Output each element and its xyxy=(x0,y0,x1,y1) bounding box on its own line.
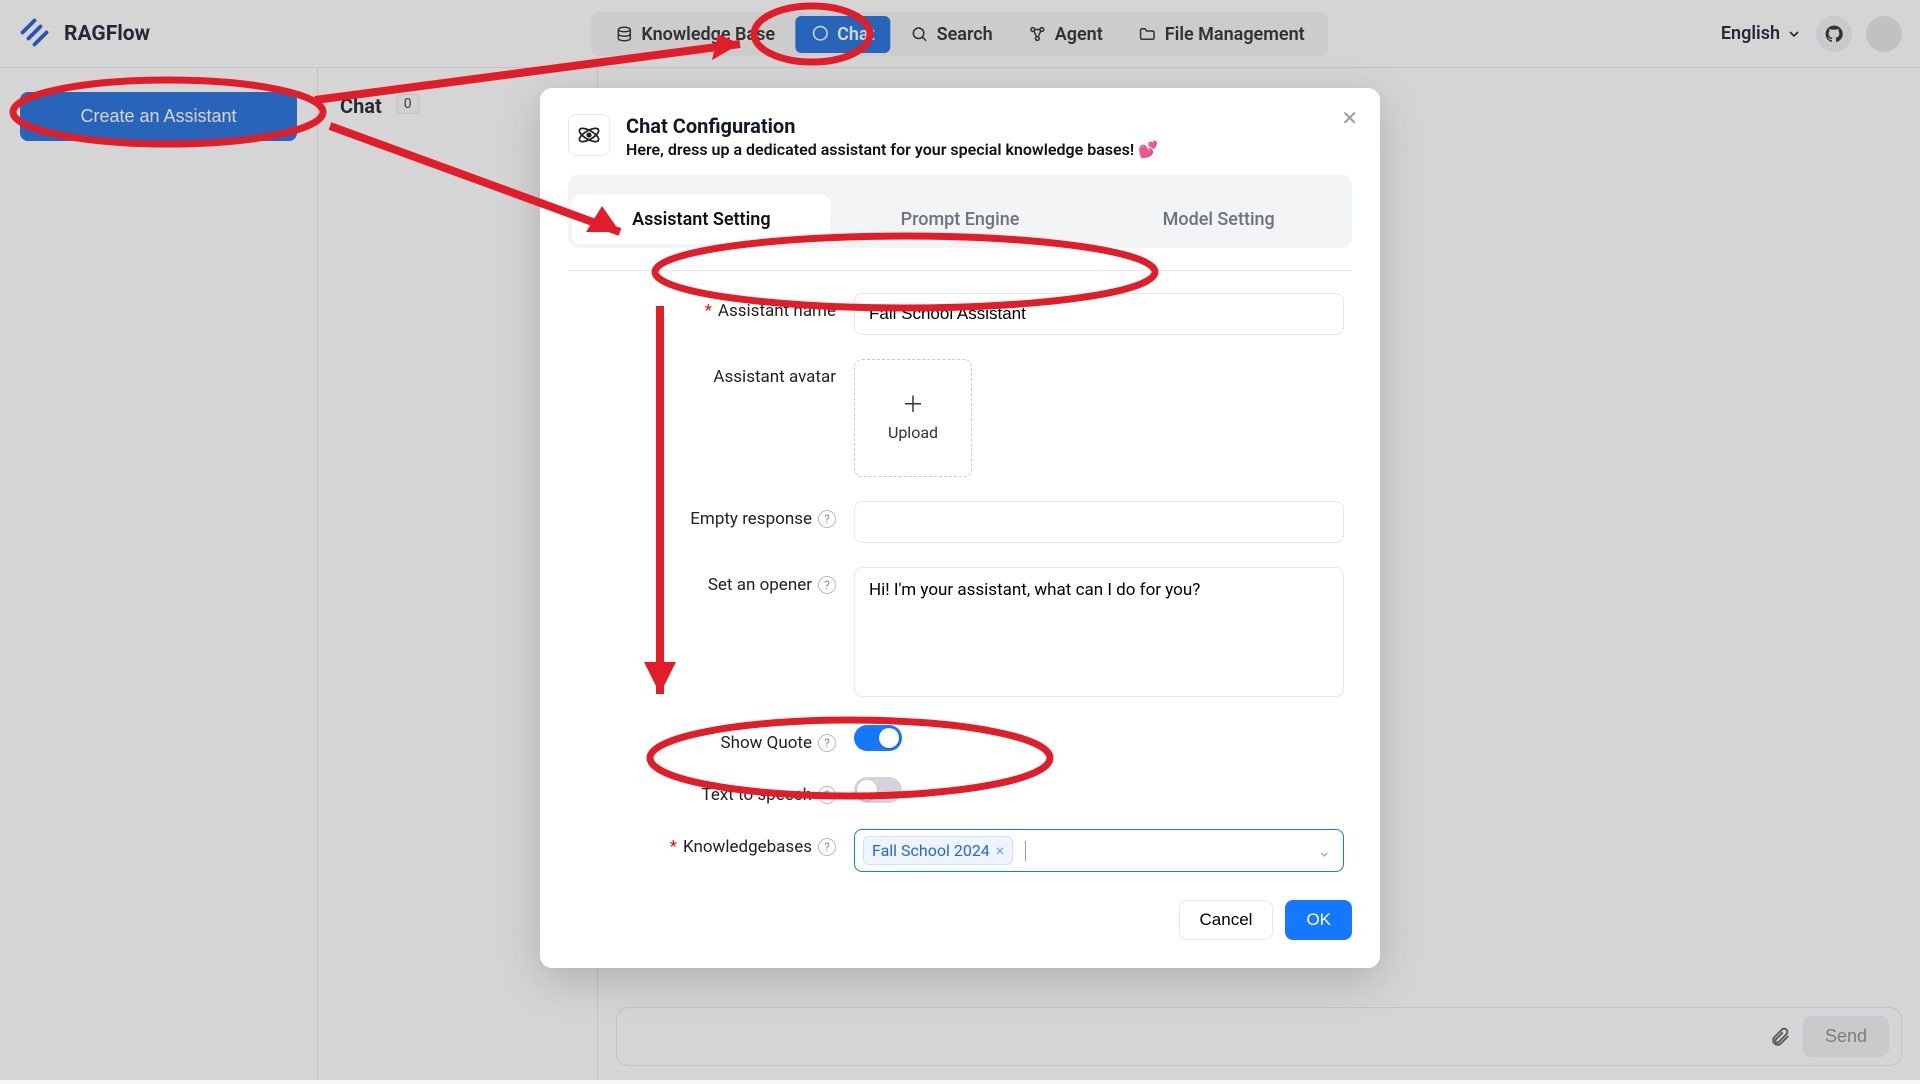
knowledgebases-label: *Knowledgebases? xyxy=(576,829,836,857)
kb-tag-label: Fall School 2024 xyxy=(872,841,990,860)
tab-assistant-setting[interactable]: Assistant Setting xyxy=(572,195,831,244)
help-icon[interactable]: ? xyxy=(818,510,836,528)
plus-icon: ＋ xyxy=(902,395,924,417)
modal-header: Chat Configuration Here, dress up a dedi… xyxy=(568,114,1352,159)
chat-config-modal: ✕ Chat Configuration Here, dress up a de… xyxy=(540,88,1380,968)
chevron-down-icon: ⌄ xyxy=(1318,841,1331,860)
opener-label: Set an opener? xyxy=(576,567,836,595)
modal-backdrop[interactable]: ✕ Chat Configuration Here, dress up a de… xyxy=(0,0,1920,1080)
cancel-button[interactable]: Cancel xyxy=(1179,900,1274,940)
assistant-name-label: *Assistant name xyxy=(576,293,836,321)
divider xyxy=(568,270,1352,271)
kb-tag: Fall School 2024 × xyxy=(863,836,1013,865)
help-icon[interactable]: ? xyxy=(818,734,836,752)
tts-toggle[interactable] xyxy=(854,777,902,803)
tag-remove-icon[interactable]: × xyxy=(996,841,1005,860)
knowledgebases-select[interactable]: Fall School 2024 × ⌄ xyxy=(854,829,1344,872)
assistant-avatar-label: Assistant avatar xyxy=(576,359,836,387)
atom-icon xyxy=(568,114,610,156)
modal-tabs: Assistant Setting Prompt Engine Model Se… xyxy=(568,175,1352,248)
opener-textarea[interactable] xyxy=(854,567,1344,697)
empty-response-label: Empty response? xyxy=(576,501,836,529)
ok-button[interactable]: OK xyxy=(1285,900,1352,940)
modal-title: Chat Configuration xyxy=(626,114,1158,138)
help-icon[interactable]: ? xyxy=(818,576,836,594)
avatar-upload[interactable]: ＋ Upload xyxy=(854,359,972,477)
tab-prompt-engine[interactable]: Prompt Engine xyxy=(831,195,1090,244)
empty-response-input[interactable] xyxy=(854,501,1344,543)
tts-label: Text to speech? xyxy=(576,777,836,805)
show-quote-label: Show Quote? xyxy=(576,725,836,753)
close-icon[interactable]: ✕ xyxy=(1341,106,1358,130)
assistant-setting-form: *Assistant name Assistant avatar ＋ Uploa… xyxy=(568,293,1352,872)
show-quote-toggle[interactable] xyxy=(854,725,902,751)
modal-actions: Cancel OK xyxy=(568,900,1352,940)
hearts-emoji: 💕 xyxy=(1138,140,1158,159)
help-icon[interactable]: ? xyxy=(818,786,836,804)
assistant-name-input[interactable] xyxy=(854,293,1344,335)
tab-model-setting[interactable]: Model Setting xyxy=(1089,195,1348,244)
upload-label: Upload xyxy=(888,423,938,442)
text-cursor xyxy=(1025,841,1026,861)
modal-subtitle: Here, dress up a dedicated assistant for… xyxy=(626,140,1158,159)
help-icon[interactable]: ? xyxy=(818,838,836,856)
